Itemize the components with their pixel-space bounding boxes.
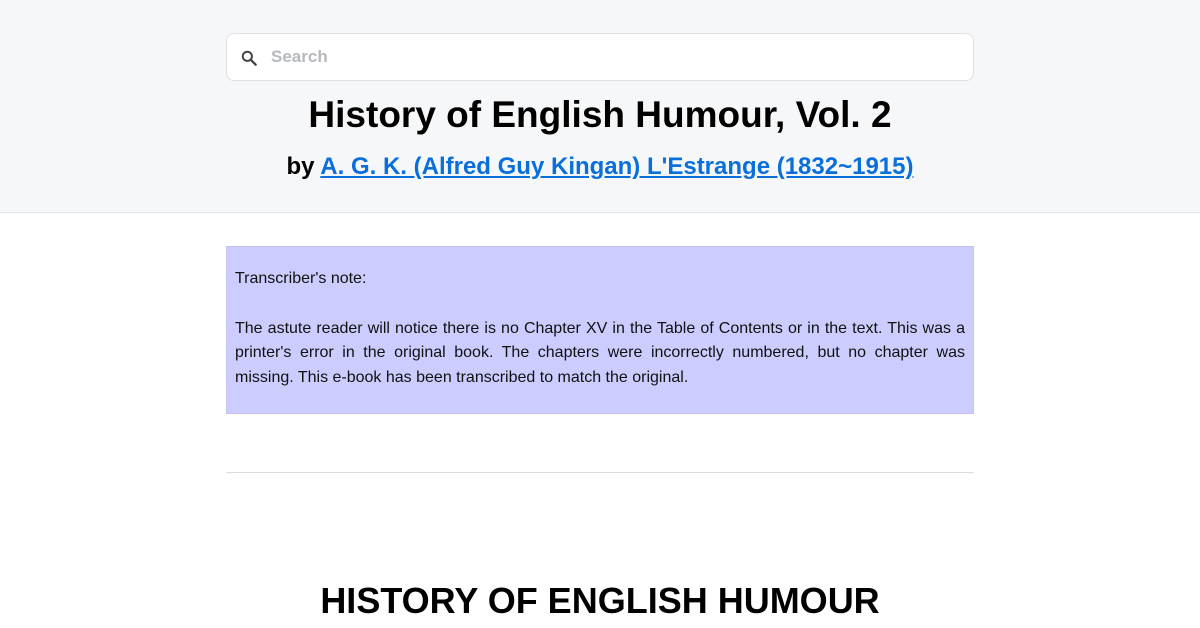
author-link[interactable]: A. G. K. (Alfred Guy Kingan) L'Estrange … xyxy=(320,153,913,180)
search-icon xyxy=(239,48,259,68)
page-header: History of English Humour, Vol. 2 by A. … xyxy=(0,0,1200,213)
transcriber-note: Transcriber's note: The astute reader wi… xyxy=(226,246,974,414)
section-heading: HISTORY OF ENGLISH HUMOUR xyxy=(320,580,880,621)
byline: by A. G. K. (Alfred Guy Kingan) L'Estran… xyxy=(0,151,1200,183)
note-heading: Transcriber's note: xyxy=(235,270,367,287)
note-text: The astute reader will notice there is n… xyxy=(235,319,965,386)
divider xyxy=(226,472,974,473)
book-title: History of English Humour, Vol. 2 xyxy=(308,94,892,135)
search-box[interactable] xyxy=(226,33,974,81)
by-label: by xyxy=(286,153,315,180)
search-input[interactable] xyxy=(271,34,961,80)
